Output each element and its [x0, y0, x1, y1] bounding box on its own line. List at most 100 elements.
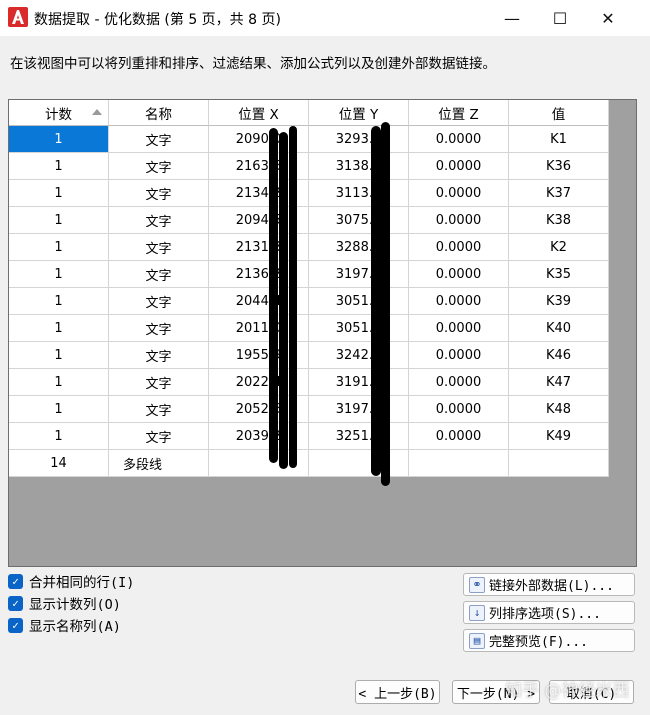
cell-value[interactable]: K36 — [509, 153, 609, 180]
cell-position-z[interactable]: 0.0000 — [409, 315, 509, 342]
preview-icon: ▤ — [469, 632, 485, 649]
maximize-button[interactable]: ☐ — [537, 0, 583, 36]
cell-position-z[interactable] — [409, 450, 509, 477]
minimize-button[interactable]: — — [489, 0, 535, 36]
title-bar: 数据提取 - 优化数据 (第 5 页，共 8 页) — ☐ ✕ — [0, 0, 650, 36]
table-row[interactable]: 1 文字 2136.2 3197.0 0.0000 K35 — [9, 261, 609, 288]
table-row[interactable]: 1 文字 2052.6 3197.8 0.0000 K48 — [9, 396, 609, 423]
checkbox-label: 显示计数列(O) — [29, 597, 121, 613]
cell-position-z[interactable]: 0.0000 — [409, 153, 509, 180]
cell-position-y[interactable]: 3051.9 — [309, 288, 409, 315]
cell-value[interactable]: K2 — [509, 234, 609, 261]
cell-position-z[interactable]: 0.0000 — [409, 369, 509, 396]
column-header-label: 名称 — [145, 106, 172, 123]
cell-position-y[interactable]: 3051.5 — [309, 315, 409, 342]
back-button[interactable]: < 上一步(B) — [355, 680, 440, 704]
full-preview-button[interactable]: ▤ 完整预览(F)... — [463, 629, 635, 652]
close-button[interactable]: ✕ — [585, 0, 631, 36]
column-header-position-z[interactable]: 位置 Z — [409, 100, 509, 126]
table-row[interactable]: 1 文字 2094.5 3075.2 0.0000 K38 — [9, 207, 609, 234]
merge-rows-checkbox[interactable]: ✓ 合并相同的行(I) — [8, 570, 134, 592]
show-name-column-checkbox[interactable]: ✓ 显示名称列(A) — [8, 614, 134, 636]
cell-name[interactable]: 文字 — [109, 207, 209, 234]
table-row[interactable]: 1 文字 2163.6 3138.1 0.0000 K36 — [9, 153, 609, 180]
column-header-name[interactable]: 名称 — [109, 100, 209, 126]
cell-value[interactable]: K38 — [509, 207, 609, 234]
cell-name[interactable]: 文字 — [109, 261, 209, 288]
cell-position-y[interactable]: 3288.9 — [309, 234, 409, 261]
link-external-data-button[interactable]: ⚭ 链接外部数据(L)... — [463, 573, 635, 596]
cell-name[interactable]: 文字 — [109, 396, 209, 423]
cell-count[interactable]: 1 — [9, 180, 109, 207]
cell-value[interactable]: K35 — [509, 261, 609, 288]
cell-count[interactable]: 1 — [9, 369, 109, 396]
cell-position-y[interactable]: 3191.4 — [309, 369, 409, 396]
cell-position-y[interactable]: 3197.8 — [309, 396, 409, 423]
cell-count[interactable]: 1 — [9, 153, 109, 180]
table-row[interactable]: 1 文字 1955.9 3242.4 0.0000 K46 — [9, 342, 609, 369]
cell-position-z[interactable]: 0.0000 — [409, 423, 509, 450]
cell-position-z[interactable]: 0.0000 — [409, 126, 509, 153]
cell-value[interactable] — [509, 450, 609, 477]
cell-count[interactable]: 1 — [9, 342, 109, 369]
cell-name[interactable]: 文字 — [109, 126, 209, 153]
column-header-position-x[interactable]: 位置 X — [209, 100, 309, 126]
column-header-count[interactable]: 计数 — [9, 100, 109, 126]
cell-name[interactable]: 文字 — [109, 180, 209, 207]
table-row[interactable]: 1 文字 2044.4 3051.9 0.0000 K39 — [9, 288, 609, 315]
cell-position-z[interactable]: 0.0000 — [409, 180, 509, 207]
column-header-value[interactable]: 值 — [509, 100, 609, 126]
data-grid[interactable]: 计数 名称 位置 X 位置 Y 位置 Z 值 1 文字 2090.0 3293.7 0.… — [8, 99, 637, 567]
cell-name[interactable]: 文字 — [109, 234, 209, 261]
cell-position-y[interactable]: 3251.5 — [309, 423, 409, 450]
cell-value[interactable]: K1 — [509, 126, 609, 153]
table-row[interactable]: 1 文字 2134.2 3113.3 0.0000 K37 — [9, 180, 609, 207]
table-row[interactable]: 1 文字 2131.8 3288.9 0.0000 K2 — [9, 234, 609, 261]
cell-position-z[interactable]: 0.0000 — [409, 234, 509, 261]
cell-name[interactable]: 文字 — [109, 153, 209, 180]
cell-name[interactable]: 文字 — [109, 342, 209, 369]
cell-value[interactable]: K47 — [509, 369, 609, 396]
cell-value[interactable]: K46 — [509, 342, 609, 369]
cell-name[interactable]: 文字 — [109, 369, 209, 396]
cell-count[interactable]: 1 — [9, 315, 109, 342]
cell-name[interactable]: 文字 — [109, 423, 209, 450]
cell-name[interactable]: 文字 — [109, 288, 209, 315]
cell-value[interactable]: K39 — [509, 288, 609, 315]
button-label: 列排序选项(S)... — [489, 607, 601, 622]
table-row[interactable]: 1 文字 2090.0 3293.7 0.0000 K1 — [9, 126, 609, 153]
cell-count[interactable]: 1 — [9, 234, 109, 261]
cell-position-y[interactable] — [309, 450, 409, 477]
cell-value[interactable]: K37 — [509, 180, 609, 207]
cell-name[interactable]: 文字 — [109, 315, 209, 342]
cell-value[interactable]: K48 — [509, 396, 609, 423]
cell-position-y[interactable]: 3113.3 — [309, 180, 409, 207]
cell-value[interactable]: K40 — [509, 315, 609, 342]
cell-position-y[interactable]: 3197.0 — [309, 261, 409, 288]
cell-count[interactable]: 1 — [9, 396, 109, 423]
table-row[interactable]: 1 文字 2022.4 3191.4 0.0000 K47 — [9, 369, 609, 396]
cell-count[interactable]: 1 — [9, 261, 109, 288]
table-row[interactable]: 1 文字 2011.0 3051.5 0.0000 K40 — [9, 315, 609, 342]
cell-position-y[interactable]: 3075.2 — [309, 207, 409, 234]
cell-position-y[interactable]: 3293.7 — [309, 126, 409, 153]
cell-position-z[interactable]: 0.0000 — [409, 261, 509, 288]
cell-count[interactable]: 1 — [9, 207, 109, 234]
cell-position-y[interactable]: 3138.1 — [309, 153, 409, 180]
table-row[interactable]: 1 文字 2039.2 3251.5 0.0000 K49 — [9, 423, 609, 450]
cell-position-z[interactable]: 0.0000 — [409, 288, 509, 315]
cell-position-z[interactable]: 0.0000 — [409, 396, 509, 423]
cell-name[interactable]: 多段线 — [109, 450, 209, 477]
cell-count[interactable]: 14 — [9, 450, 109, 477]
column-sort-options-button[interactable]: ↓ 列排序选项(S)... — [463, 601, 635, 624]
cell-position-z[interactable]: 0.0000 — [409, 342, 509, 369]
cell-value[interactable]: K49 — [509, 423, 609, 450]
cell-count[interactable]: 1 — [9, 126, 109, 153]
cell-count[interactable]: 1 — [9, 423, 109, 450]
show-count-column-checkbox[interactable]: ✓ 显示计数列(O) — [8, 592, 134, 614]
cell-position-y[interactable]: 3242.4 — [309, 342, 409, 369]
cell-position-z[interactable]: 0.0000 — [409, 207, 509, 234]
table-row[interactable]: 14 多段线 — [9, 450, 609, 477]
column-header-position-y[interactable]: 位置 Y — [309, 100, 409, 126]
cell-count[interactable]: 1 — [9, 288, 109, 315]
